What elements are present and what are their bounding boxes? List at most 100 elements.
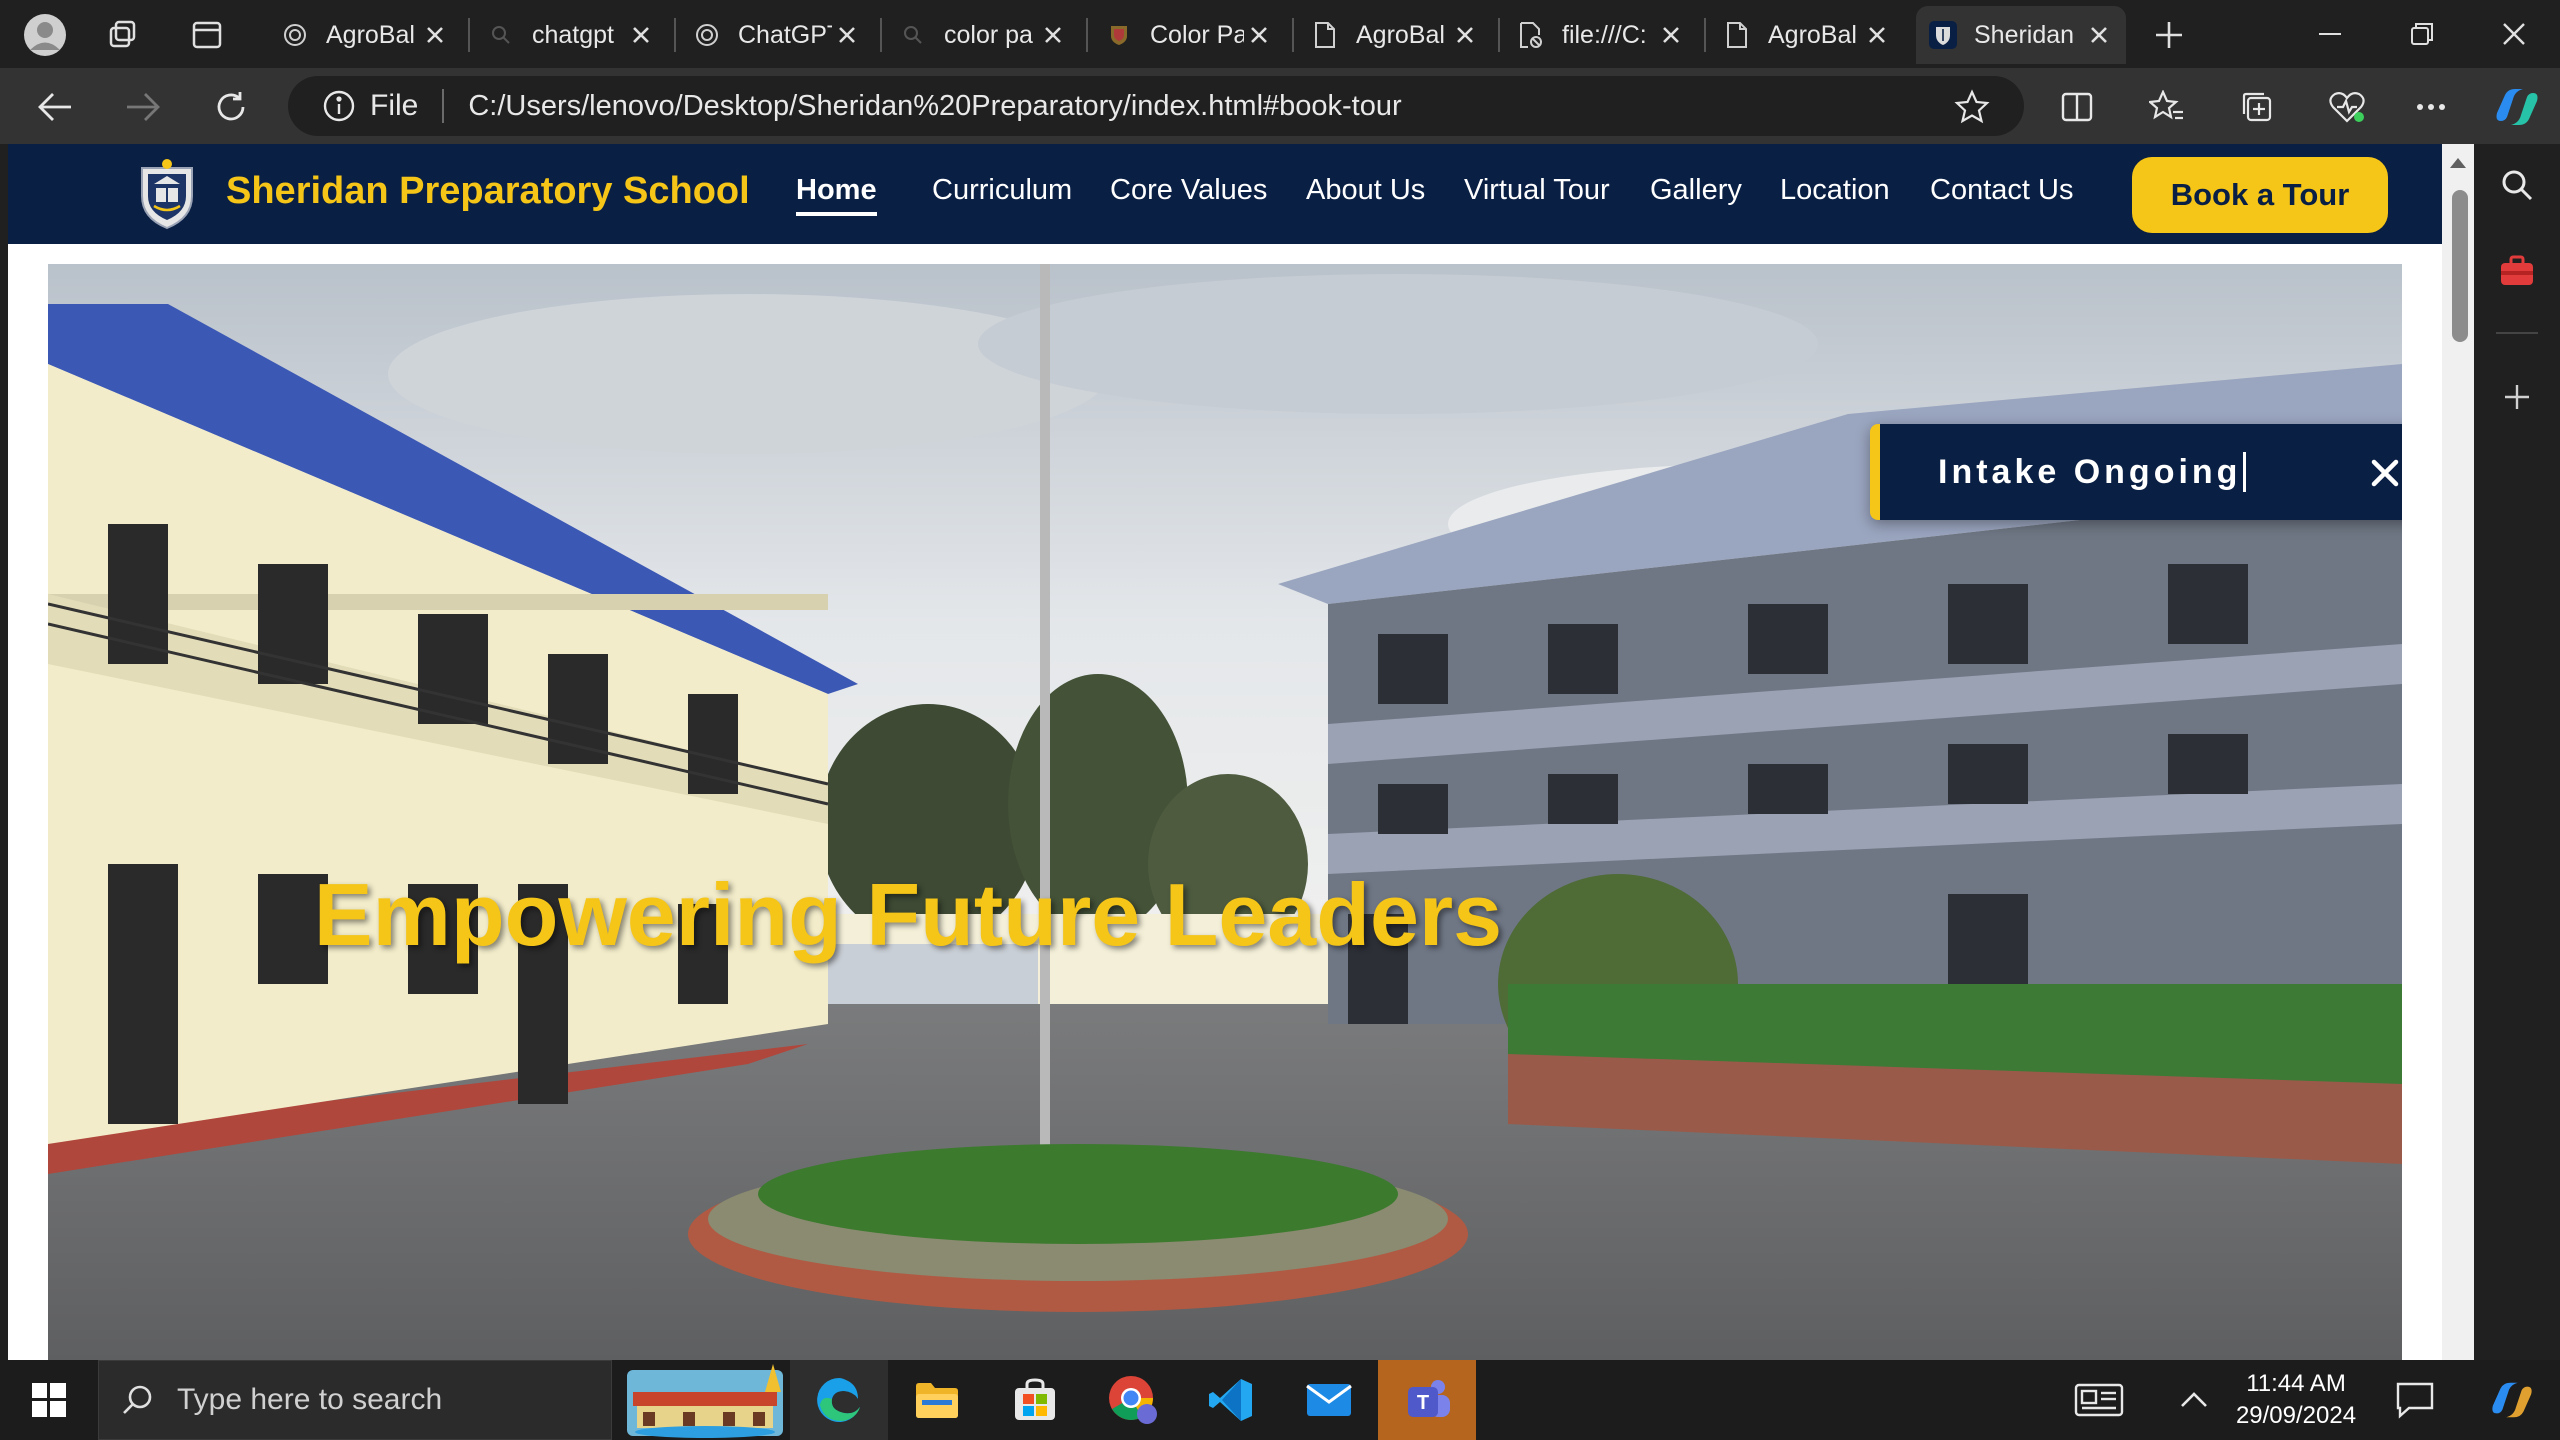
nav-about-us[interactable]: About Us	[1306, 174, 1425, 207]
book-a-tour-button[interactable]: Book a Tour	[2132, 157, 2388, 233]
add-icon[interactable]	[2494, 374, 2540, 420]
tab-7[interactable]: AgroBal	[1710, 6, 1904, 64]
tab-divider	[1086, 18, 1088, 52]
tab-label: Color Pa	[1150, 20, 1244, 49]
new-tab-icon[interactable]	[2146, 12, 2192, 58]
banner-text: Intake Ongoing	[1938, 452, 2242, 491]
copilot-taskbar-icon[interactable]	[2464, 1360, 2560, 1440]
minimize-icon[interactable]	[2284, 0, 2376, 68]
forward-arrow-icon[interactable]	[118, 82, 168, 132]
tab-3[interactable]: color pa	[886, 6, 1080, 64]
edge-icon[interactable]	[790, 1360, 888, 1440]
split-screen-icon[interactable]	[2052, 82, 2102, 132]
favorites-icon[interactable]	[2142, 82, 2192, 132]
search-icon[interactable]	[2494, 162, 2540, 208]
tab-label: file:///C:	[1562, 20, 1647, 49]
file-explorer-icon[interactable]	[888, 1360, 986, 1440]
close-icon[interactable]	[1038, 20, 1068, 50]
address-bar[interactable]: File C:/Users/lenovo/Desktop/Sheridan%20…	[288, 76, 2024, 136]
copilot-icon[interactable]	[2488, 82, 2546, 132]
svg-text:T: T	[1417, 1392, 1429, 1414]
vscode-icon[interactable]	[1182, 1360, 1280, 1440]
close-icon[interactable]	[1244, 20, 1274, 50]
browser-essentials-icon[interactable]	[2322, 82, 2372, 132]
notifications-icon[interactable]	[2366, 1360, 2464, 1440]
tab-divider	[674, 18, 676, 52]
widget-game-icon[interactable]	[620, 1360, 790, 1440]
restore-icon[interactable]	[2376, 0, 2468, 68]
collections-icon[interactable]	[2232, 82, 2282, 132]
close-icon[interactable]	[2084, 20, 2114, 50]
nav-contact-us[interactable]: Contact Us	[1930, 174, 2073, 207]
taskbar-search-box[interactable]: Type here to search	[98, 1360, 612, 1440]
tab-label: AgroBal	[1768, 20, 1857, 49]
close-icon[interactable]	[420, 20, 450, 50]
scrollbar-thumb[interactable]	[2452, 190, 2468, 342]
hero-title: Empowering Future Leaders	[313, 865, 1503, 964]
tab-actions-icon[interactable]	[184, 12, 230, 58]
tab-label: Sheridan	[1974, 20, 2075, 49]
workspaces-icon[interactable]	[100, 12, 146, 58]
profile-avatar-icon[interactable]	[20, 10, 70, 60]
tab-1[interactable]: chatgpt	[474, 6, 668, 64]
windows-start-icon[interactable]	[0, 1360, 98, 1440]
nav-gallery[interactable]: Gallery	[1650, 174, 1742, 207]
microsoft-store-icon[interactable]	[986, 1360, 1084, 1440]
tab-label: AgroBal	[326, 20, 415, 49]
page-scrollbar[interactable]	[2442, 144, 2474, 1360]
tab-divider	[468, 18, 470, 52]
windows-taskbar: Type here to search T 11:44 AM 29/09/202…	[0, 1360, 2560, 1440]
tab-8-active[interactable]: Sheridan	[1916, 6, 2126, 64]
tab-4[interactable]: Color Pa	[1092, 6, 1286, 64]
chrome-icon[interactable]	[1084, 1360, 1182, 1440]
close-icon[interactable]	[2370, 458, 2400, 488]
favorite-star-icon[interactable]	[1954, 89, 1990, 125]
teams-icon[interactable]: T	[1378, 1360, 1476, 1440]
browser-tab-strip: AgroBal chatgpt ChatGPT color pa Color P…	[0, 0, 2560, 68]
browser-toolbar: File C:/Users/lenovo/Desktop/Sheridan%20…	[0, 68, 2560, 144]
tab-divider	[880, 18, 882, 52]
nav-home[interactable]: Home	[796, 174, 877, 216]
news-widget-icon[interactable]	[2050, 1360, 2148, 1440]
tab-label: AgroBal	[1356, 20, 1445, 49]
sidebar-divider	[2496, 332, 2538, 334]
tab-0[interactable]: AgroBal	[268, 6, 462, 64]
nav-curriculum[interactable]: Curriculum	[932, 174, 1072, 207]
school-name[interactable]: Sheridan Preparatory School	[226, 170, 750, 213]
scroll-up-arrow-icon[interactable]	[2450, 158, 2466, 168]
close-icon[interactable]	[832, 20, 862, 50]
mail-icon[interactable]	[1280, 1360, 1378, 1440]
tab-2[interactable]: ChatGPT	[680, 6, 874, 64]
url-text[interactable]: C:/Users/lenovo/Desktop/Sheridan%20Prepa…	[468, 90, 1401, 123]
tab-6[interactable]: file:///C:	[1504, 6, 1698, 64]
nav-location[interactable]: Location	[1780, 174, 1890, 207]
intake-ongoing-banner: Intake Ongoing	[1870, 424, 2402, 520]
document-icon	[1722, 20, 1752, 50]
page-viewport: Sheridan Preparatory School Home Curricu…	[8, 144, 2442, 1360]
window-close-icon[interactable]	[2468, 0, 2560, 68]
openai-icon	[692, 20, 722, 50]
tab-divider	[1292, 18, 1294, 52]
broken-document-icon	[1516, 20, 1546, 50]
close-icon[interactable]	[1450, 20, 1480, 50]
back-arrow-icon[interactable]	[30, 82, 80, 132]
shield-icon	[1104, 20, 1134, 50]
close-icon[interactable]	[1862, 20, 1892, 50]
school-logo[interactable]	[128, 154, 206, 234]
protocol-label: File	[370, 89, 419, 122]
system-clock[interactable]: 11:44 AM 29/09/2024	[2226, 1368, 2366, 1432]
info-icon[interactable]	[322, 89, 356, 123]
nav-core-values[interactable]: Core Values	[1110, 174, 1267, 207]
close-icon[interactable]	[1656, 20, 1686, 50]
search-icon	[121, 1384, 153, 1416]
site-header: Sheridan Preparatory School Home Curricu…	[8, 144, 2442, 244]
close-icon[interactable]	[626, 20, 656, 50]
hero-section: Empowering Future Leaders Intake Ongoing	[48, 264, 2402, 1360]
tools-briefcase-icon[interactable]	[2494, 248, 2540, 294]
nav-virtual-tour[interactable]: Virtual Tour	[1464, 174, 1610, 207]
tab-5[interactable]: AgroBal	[1298, 6, 1492, 64]
more-options-icon[interactable]	[2406, 82, 2456, 132]
refresh-icon[interactable]	[206, 82, 256, 132]
document-icon	[1310, 20, 1340, 50]
search-icon	[898, 20, 928, 50]
